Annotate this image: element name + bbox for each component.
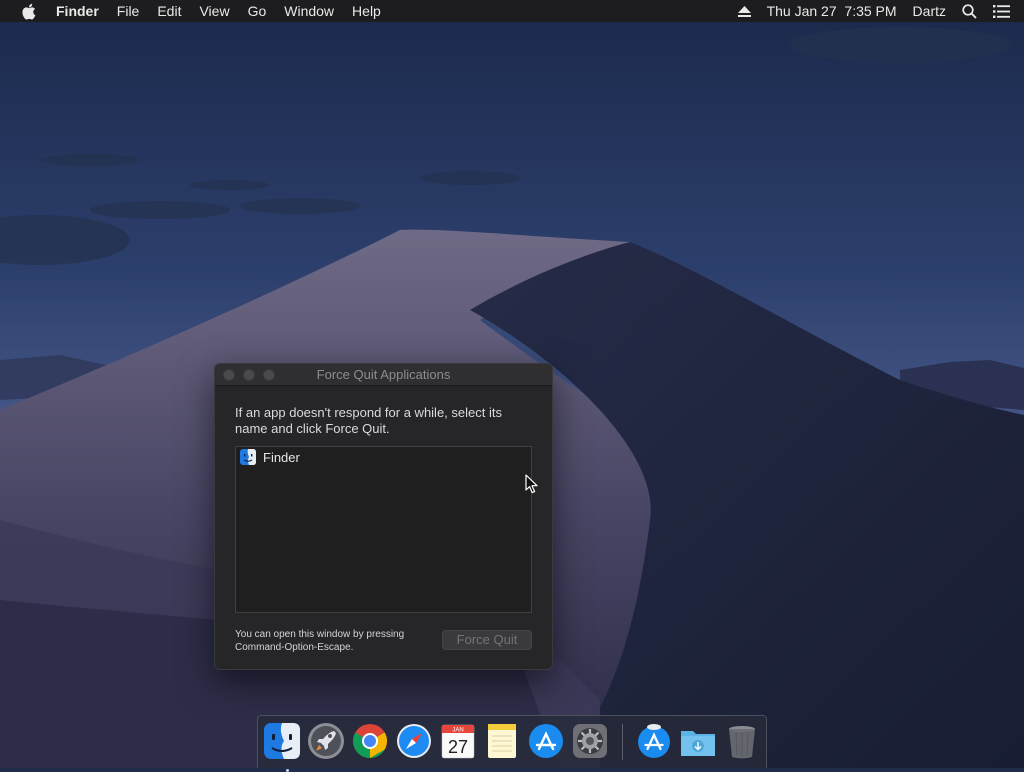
calendar-day: 27 [448, 737, 468, 757]
calendar-icon: JAN 27 [441, 724, 475, 759]
dock-calendar[interactable]: JAN 27 [439, 722, 477, 760]
dock-finder[interactable] [263, 722, 301, 772]
finder-icon [264, 723, 300, 759]
app-list-item[interactable]: Finder [236, 447, 531, 467]
force-quit-button[interactable]: Force Quit [442, 630, 532, 650]
app-name: Finder [263, 449, 300, 465]
rocket-icon [308, 723, 344, 759]
dock-separator [622, 724, 623, 760]
eject-icon[interactable] [730, 5, 759, 17]
force-quit-window: Force Quit Applications If an app doesn'… [214, 363, 553, 670]
menu-clock[interactable]: Thu Jan 27 7:35 PM [759, 0, 905, 22]
app-store-icon [529, 724, 563, 758]
app-list[interactable]: Finder [235, 446, 532, 613]
apple-icon[interactable] [20, 0, 36, 22]
dock-launchpad[interactable] [307, 722, 345, 760]
menu-file[interactable]: File [108, 0, 149, 22]
dock-chrome[interactable] [351, 722, 389, 760]
shortcut-hint: You can open this window by pressing Com… [235, 629, 405, 653]
dock-app-store[interactable] [527, 722, 565, 760]
notes-icon [488, 724, 516, 758]
notification-center-icon[interactable] [985, 4, 1024, 18]
app-store-icon [638, 724, 670, 758]
dock-trash[interactable] [723, 722, 761, 760]
dock: JAN 27 [257, 715, 767, 772]
menu-bar: Finder File Edit View Go Window Help Thu… [0, 0, 1024, 22]
compass-icon [397, 724, 431, 758]
instructions-text: If an app doesn't respond for a while, s… [235, 405, 502, 436]
menu-edit[interactable]: Edit [148, 0, 190, 22]
dock-app-store-downloads[interactable] [635, 722, 673, 760]
calendar-month: JAN [452, 728, 463, 734]
menu-app-name[interactable]: Finder [50, 0, 108, 22]
window-titlebar[interactable]: Force Quit Applications [215, 364, 552, 386]
window-title: Force Quit Applications [316, 367, 451, 382]
dock-notes[interactable] [483, 722, 521, 760]
menu-window[interactable]: Window [275, 0, 343, 22]
mouse-cursor-icon [525, 474, 538, 494]
menu-user[interactable]: Dartz [905, 0, 954, 22]
gear-icon [573, 724, 607, 758]
spotlight-search-icon[interactable] [954, 3, 985, 19]
folder-download-icon [681, 731, 715, 756]
dock-downloads-folder[interactable] [679, 722, 717, 760]
dock-system-preferences[interactable] [571, 722, 609, 760]
dock-safari[interactable] [395, 722, 433, 760]
finder-icon [240, 449, 256, 465]
trash-icon [729, 726, 755, 759]
menu-go[interactable]: Go [239, 0, 276, 22]
menu-help[interactable]: Help [343, 0, 390, 22]
chrome-icon [353, 724, 387, 758]
menu-view[interactable]: View [190, 0, 238, 22]
